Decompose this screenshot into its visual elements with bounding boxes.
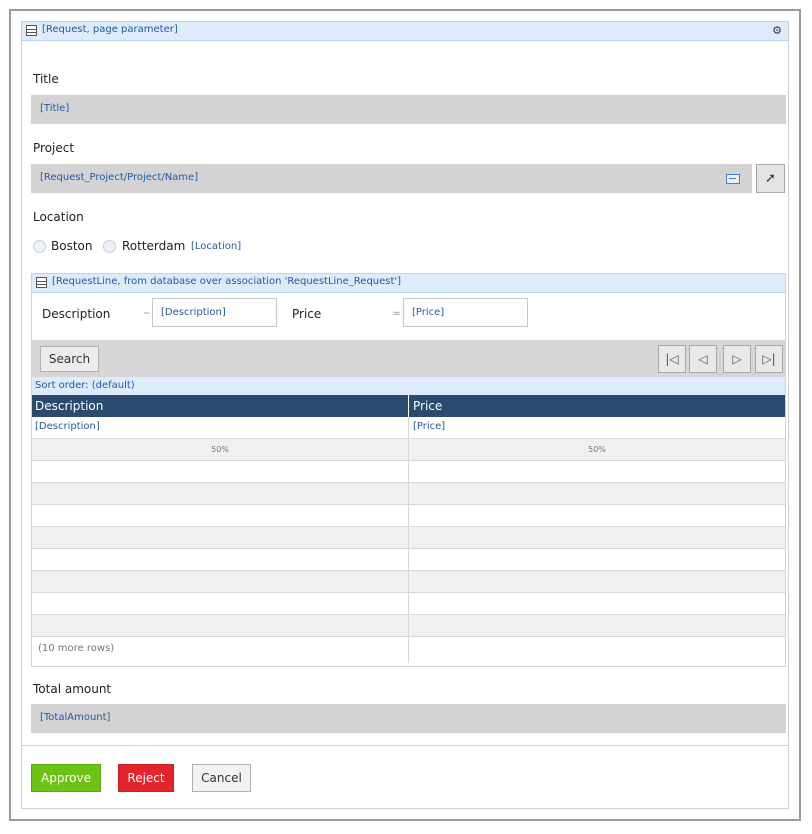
more-rows-label: (10 more rows) <box>38 643 115 654</box>
sort-order-bar: Sort order: (default) <box>32 377 785 395</box>
column-width-price: 50% <box>588 445 606 454</box>
approve-button[interactable]: Approve <box>31 764 101 792</box>
dataview-icon <box>26 25 37 36</box>
grid-icon <box>36 277 47 288</box>
cell-description: [Description] <box>35 421 100 432</box>
first-page-button[interactable]: |◁ <box>658 345 686 373</box>
search-description-input[interactable]: [Description] <box>152 298 277 327</box>
total-amount-value: [TotalAmount] <box>40 712 111 723</box>
search-price-operator[interactable]: = <box>393 309 401 319</box>
search-price-value: [Price] <box>412 307 445 318</box>
last-page-button[interactable]: ▷| <box>755 345 783 373</box>
column-divider <box>408 395 409 417</box>
column-width-description: 50% <box>211 445 229 454</box>
title-label: Title <box>33 72 59 86</box>
total-amount-field[interactable]: [TotalAmount] <box>31 704 786 733</box>
search-description-operator[interactable]: ~ <box>143 309 151 319</box>
project-field[interactable]: [Request_Project/Project/Name] <box>31 164 752 193</box>
radio-boston-label[interactable]: Boston <box>51 239 92 253</box>
reference-selector-icon[interactable] <box>726 174 740 184</box>
grid-header: [RequestLine, from database over associa… <box>32 274 785 293</box>
project-label: Project <box>33 141 75 155</box>
total-amount-label: Total amount <box>33 682 112 696</box>
form-container: [Request, page parameter] ⚙ Title [Title… <box>21 21 789 809</box>
column-divider <box>408 417 409 663</box>
requestline-grid: [RequestLine, from database over associa… <box>31 273 786 667</box>
search-price-input[interactable]: [Price] <box>403 298 528 327</box>
search-toolbar: Search |◁ ◁ ▷ ▷| <box>32 340 785 377</box>
next-page-button[interactable]: ▷ <box>723 345 751 373</box>
search-description-value: [Description] <box>161 307 226 318</box>
arrow-up-right-icon: ➚ <box>765 171 776 186</box>
sort-order-label[interactable]: Sort order: (default) <box>35 380 135 391</box>
previous-page-button[interactable]: ◁ <box>689 345 717 373</box>
radio-rotterdam[interactable] <box>103 240 116 253</box>
radio-boston[interactable] <box>33 240 46 253</box>
open-project-button[interactable]: ➚ <box>756 164 785 193</box>
cell-price: [Price] <box>413 421 446 432</box>
dataview-header-label: [Request, page parameter] <box>42 24 178 35</box>
grid-header-label: [RequestLine, from database over associa… <box>52 276 402 287</box>
wrench-icon[interactable]: ⚙ <box>772 24 782 37</box>
title-value: [Title] <box>40 103 70 114</box>
location-tag: [Location] <box>191 241 242 252</box>
dataview-header: [Request, page parameter] ⚙ <box>22 22 788 41</box>
footer-divider <box>22 745 788 746</box>
page-frame: [Request, page parameter] ⚙ Title [Title… <box>9 9 801 821</box>
radio-rotterdam-label[interactable]: Rotterdam <box>122 239 185 253</box>
column-header-description[interactable]: Description <box>35 399 103 413</box>
search-description-label: Description <box>42 307 111 321</box>
search-button[interactable]: Search <box>40 346 99 372</box>
reject-button[interactable]: Reject <box>118 764 174 792</box>
location-label: Location <box>33 210 84 224</box>
cancel-button[interactable]: Cancel <box>192 764 251 792</box>
project-value: [Request_Project/Project/Name] <box>40 172 199 183</box>
title-field[interactable]: [Title] <box>31 95 786 124</box>
search-price-label: Price <box>292 307 322 321</box>
column-header-price[interactable]: Price <box>413 399 442 413</box>
table-header-row: Description Price <box>32 395 785 417</box>
